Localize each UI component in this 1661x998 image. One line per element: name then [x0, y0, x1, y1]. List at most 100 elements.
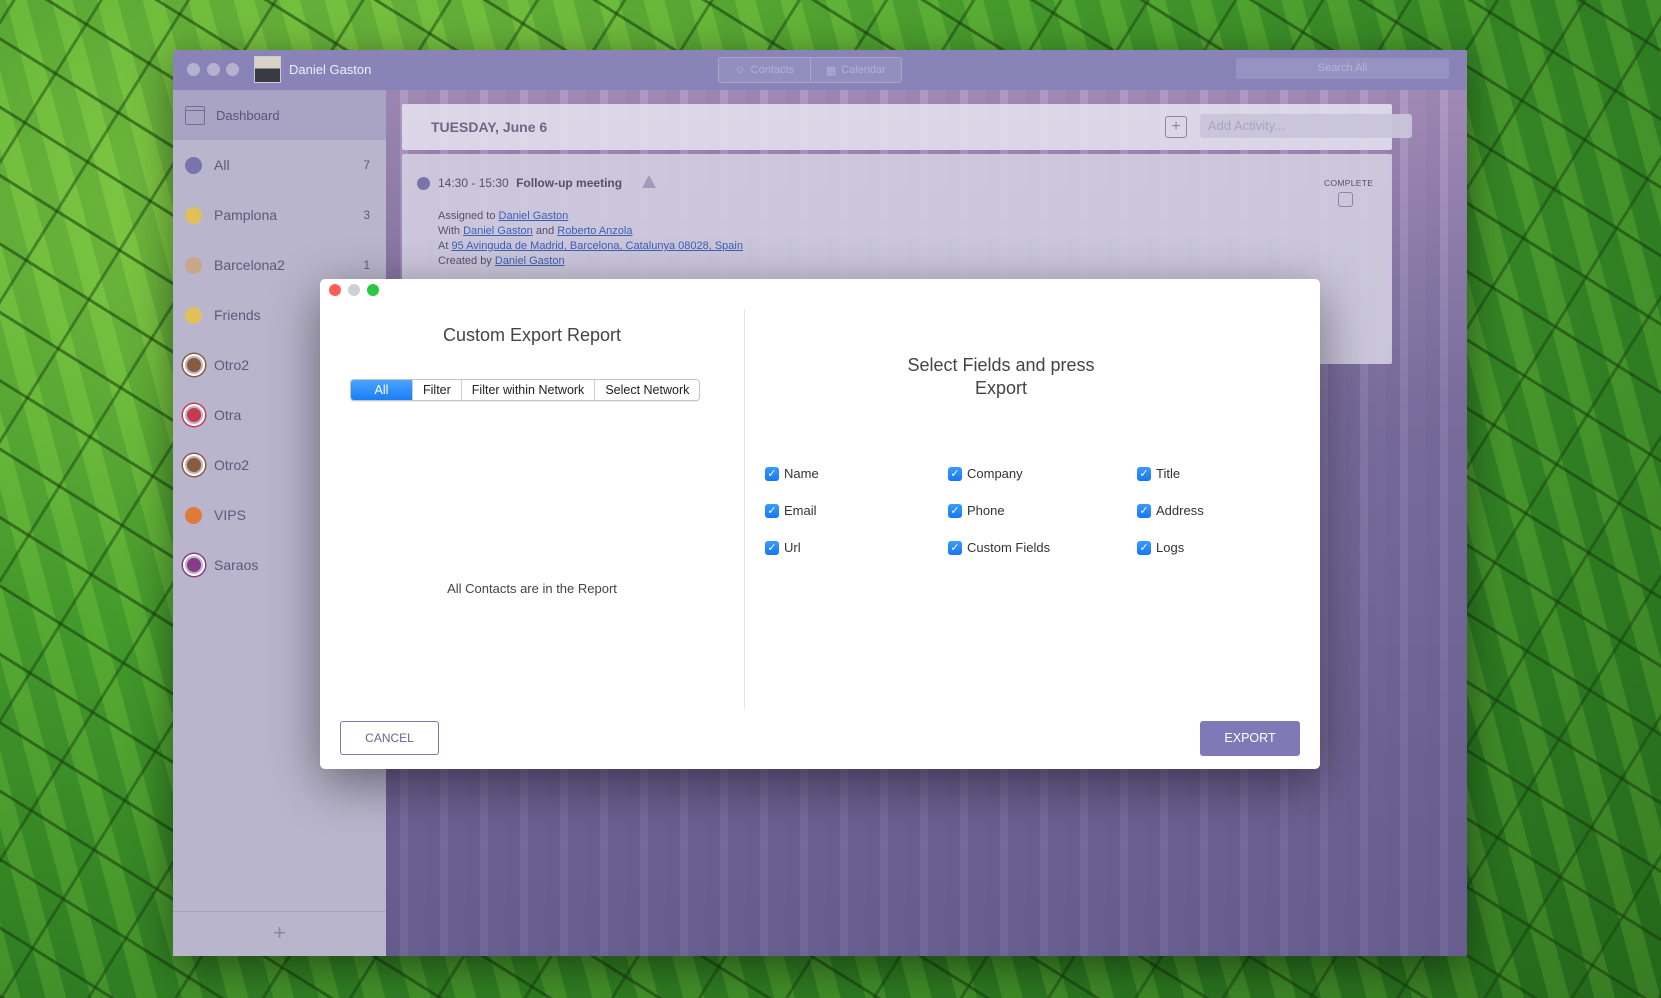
- dialog-divider: [744, 309, 745, 709]
- sidebar-item-dashboard[interactable]: Dashboard: [173, 90, 386, 140]
- tab-contacts-label: Contacts: [750, 64, 795, 76]
- window-minimize-button[interactable]: [207, 63, 220, 76]
- checkbox[interactable]: ✓: [765, 466, 779, 481]
- add-activity-input[interactable]: Add Activity...: [1200, 114, 1412, 138]
- day-header: TUESDAY, June 6 + Add Activity...: [402, 104, 1412, 150]
- group-color-dot: [183, 554, 205, 576]
- sidebar-item-label: Pamplona: [214, 207, 278, 223]
- user-name: Daniel Gaston: [289, 62, 372, 77]
- field-label: Name: [784, 466, 819, 481]
- field-email[interactable]: ✓ Email: [765, 503, 817, 518]
- address-link[interactable]: 95 Avinguda de Madrid, Barcelona, Catalu…: [451, 240, 743, 252]
- with-contact-link-2[interactable]: Roberto Anzola: [557, 225, 632, 237]
- dialog-minimize-button[interactable]: [348, 284, 360, 296]
- event-title: Follow-up meeting: [516, 176, 623, 190]
- sidebar-item-count: 3: [363, 208, 370, 222]
- person-icon: ☺: [734, 64, 746, 76]
- sidebar-item-label: Friends: [214, 307, 261, 323]
- field-name[interactable]: ✓ Name: [765, 466, 819, 481]
- sidebar-item-label: Dashboard: [216, 107, 280, 123]
- field-url[interactable]: ✓ Url: [765, 540, 801, 555]
- export-button[interactable]: EXPORT: [1200, 721, 1300, 756]
- calendar-icon: [185, 105, 205, 125]
- right-title-line-2: Export: [974, 378, 1028, 398]
- sidebar-item-count: 7: [363, 158, 370, 172]
- at-prefix: At: [438, 240, 449, 252]
- report-scope-message: All Contacts are in the Report: [447, 581, 617, 596]
- sidebar-item-label: Otro2: [214, 457, 250, 473]
- complete-label: COMPLETE: [1324, 178, 1374, 188]
- field-logs[interactable]: ✓ Logs: [1137, 540, 1184, 555]
- created-by-link[interactable]: Daniel Gaston: [495, 255, 565, 267]
- with-and: and: [535, 225, 555, 237]
- dialog-zoom-button[interactable]: [367, 284, 379, 296]
- checkbox[interactable]: ✓: [948, 540, 962, 555]
- add-activity-button[interactable]: +: [1165, 116, 1187, 138]
- sidebar-item-all[interactable]: All 7: [173, 140, 386, 190]
- field-address[interactable]: ✓ Address: [1137, 503, 1204, 518]
- field-label: Company: [967, 466, 1023, 481]
- with-prefix: With: [438, 225, 460, 237]
- day-title: TUESDAY, June 6: [431, 119, 548, 135]
- checkbox[interactable]: ✓: [765, 503, 779, 518]
- cancel-button[interactable]: CANCEL: [340, 721, 439, 755]
- created-prefix: Created by: [438, 255, 492, 267]
- event-time-title: 14:30 - 15:30 Follow-up meeting: [438, 176, 622, 190]
- tab-calendar-label: Calendar: [841, 64, 886, 76]
- group-color-dot: [183, 454, 205, 476]
- sidebar-item-label: All: [214, 157, 230, 173]
- field-company[interactable]: ✓ Company: [948, 466, 1023, 481]
- custom-export-dialog: Custom Export Report All Filter Filter wit…: [320, 279, 1320, 769]
- field-custom-fields[interactable]: ✓ Custom Fields: [948, 540, 1050, 555]
- window-zoom-button[interactable]: [226, 63, 239, 76]
- event-details: Assigned to Daniel Gaston With Daniel Ga…: [438, 209, 743, 269]
- export-scope-segmented-control: All Filter Filter within Network Select Net…: [350, 379, 701, 401]
- tab-contacts[interactable]: ☺ Contacts: [719, 58, 810, 82]
- field-label: Email: [784, 503, 817, 518]
- group-color-dot: [185, 156, 202, 174]
- segment-filter-within-network[interactable]: Filter within Network: [460, 380, 595, 400]
- field-label: Url: [784, 540, 801, 555]
- field-label: Custom Fields: [967, 540, 1051, 555]
- sidebar-item-label: VIPS: [214, 507, 246, 523]
- add-group-button[interactable]: +: [173, 911, 386, 956]
- checkbox[interactable]: ✓: [1137, 503, 1151, 518]
- segment-all[interactable]: All: [351, 380, 412, 400]
- calendar-icon: ▦: [825, 64, 837, 77]
- sidebar-item-label: Otra: [214, 407, 242, 423]
- title-bar: Daniel Gaston ☺ Contacts ▦ Calendar Sear…: [173, 50, 1467, 90]
- complete-checkbox[interactable]: [1338, 192, 1353, 207]
- user-avatar[interactable]: [254, 56, 281, 83]
- checkbox[interactable]: ✓: [948, 503, 962, 518]
- group-color-dot: [183, 404, 205, 426]
- sidebar-item-count: 1: [363, 258, 370, 272]
- warning-icon: [642, 175, 656, 188]
- group-color-dot: [185, 256, 202, 274]
- sidebar-item-label: Barcelona2: [214, 257, 285, 273]
- field-label: Address: [1156, 503, 1204, 518]
- segment-select-network[interactable]: Select Network: [594, 380, 700, 400]
- field-label: Logs: [1156, 540, 1185, 555]
- segment-filter[interactable]: Filter: [412, 380, 461, 400]
- field-title[interactable]: ✓ Title: [1137, 466, 1180, 481]
- event-color-dot: [417, 177, 430, 190]
- sidebar-item-pamplona[interactable]: Pamplona 3: [173, 190, 386, 240]
- checkbox[interactable]: ✓: [1137, 466, 1151, 481]
- field-phone[interactable]: ✓ Phone: [948, 503, 1005, 518]
- checkbox[interactable]: ✓: [1137, 540, 1151, 555]
- assigned-to-link[interactable]: Daniel Gaston: [499, 210, 569, 222]
- assigned-prefix: Assigned to: [438, 210, 496, 222]
- group-color-dot: [185, 306, 202, 324]
- tab-calendar[interactable]: ▦ Calendar: [809, 58, 902, 82]
- with-contact-link-1[interactable]: Daniel Gaston: [463, 225, 533, 237]
- dialog-close-button[interactable]: [329, 284, 341, 296]
- sidebar-item-label: Otro2: [214, 357, 250, 373]
- group-color-dot: [185, 206, 202, 224]
- checkbox[interactable]: ✓: [765, 540, 779, 555]
- window-close-button[interactable]: [187, 63, 200, 76]
- dialog-right-title: Select Fields and press Export: [865, 354, 1137, 400]
- group-color-dot: [183, 354, 205, 376]
- checkbox[interactable]: ✓: [948, 466, 962, 481]
- field-label: Phone: [967, 503, 1005, 518]
- search-input[interactable]: Search All: [1236, 58, 1449, 79]
